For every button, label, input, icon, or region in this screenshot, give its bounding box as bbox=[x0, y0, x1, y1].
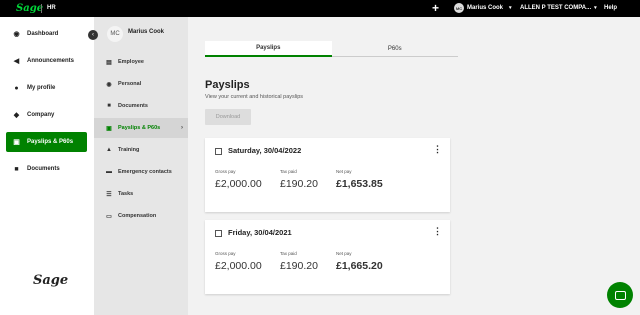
download-button[interactable]: Download bbox=[205, 109, 251, 125]
subnav-item-tasks[interactable]: ☰ Tasks bbox=[94, 184, 188, 204]
gross-pay-value: £2,000.00 bbox=[215, 178, 262, 190]
subnav-item-label: Emergency contacts bbox=[118, 169, 172, 175]
net-pay-label: Net pay bbox=[336, 169, 352, 174]
chevron-right-icon: › bbox=[181, 125, 183, 131]
folder-icon: ■ bbox=[107, 103, 111, 109]
page-subtitle: View your current and historical payslip… bbox=[205, 94, 304, 100]
sidebar-item-label: My profile bbox=[27, 85, 56, 91]
tax-paid-value: £190.20 bbox=[280, 178, 318, 190]
employee-avatar: MC bbox=[107, 26, 123, 42]
sidebar-item-announcements[interactable]: ◀ Announcements bbox=[6, 51, 87, 71]
sidebar-item-label: Documents bbox=[27, 166, 60, 172]
sidebar-item-label: Company bbox=[27, 112, 55, 118]
gross-pay-value: £2,000.00 bbox=[215, 260, 262, 272]
sidebar: ◉ Dashboard ◀ Announcements ● My profile… bbox=[0, 17, 94, 315]
sidebar-item-company[interactable]: ◆ Company bbox=[6, 105, 87, 125]
chat-button[interactable] bbox=[607, 282, 633, 308]
sage-logo[interactable]: Sage bbox=[16, 3, 43, 14]
sidebar-item-dashboard[interactable]: ◉ Dashboard bbox=[6, 24, 87, 44]
divider bbox=[41, 4, 42, 13]
avatar: MC bbox=[454, 3, 464, 13]
user-menu[interactable]: MC Marius Cook ▾ bbox=[454, 3, 512, 13]
net-pay-label: Net pay bbox=[336, 251, 352, 256]
subnav-item-label: Tasks bbox=[118, 191, 134, 197]
subnav-item-documents[interactable]: ■ Documents bbox=[94, 96, 188, 116]
tab-p60s[interactable]: P60s bbox=[331, 41, 458, 57]
collapse-sidebar-button[interactable]: ‹ bbox=[88, 30, 98, 40]
more-options-icon[interactable]: ⋮ bbox=[433, 145, 442, 154]
select-checkbox[interactable] bbox=[215, 148, 222, 155]
sidebar-item-label: Payslips & P60s bbox=[27, 139, 74, 145]
subnav-item-training[interactable]: ▲ Training bbox=[94, 140, 188, 160]
user-icon: ● bbox=[14, 84, 19, 92]
more-options-icon[interactable]: ⋮ bbox=[433, 227, 442, 236]
subnav-item-compensation[interactable]: ▭ Compensation bbox=[94, 206, 188, 226]
select-checkbox[interactable] bbox=[215, 230, 222, 237]
gross-pay-label: Gross pay bbox=[215, 169, 236, 174]
sidebar-item-documents[interactable]: ■ Documents bbox=[6, 159, 87, 179]
subnav-item-personal[interactable]: ◉ Personal bbox=[94, 74, 188, 94]
subnav-item-payslips[interactable]: ▣ Payslips & P60s › bbox=[94, 118, 188, 138]
subnav-item-employee[interactable]: ▤ Employee bbox=[94, 52, 188, 72]
tab-bar: Payslips P60s bbox=[205, 41, 458, 57]
tax-paid-value: £190.20 bbox=[280, 260, 318, 272]
subnav-item-label: Payslips & P60s bbox=[118, 125, 161, 131]
megaphone-icon: ◀ bbox=[13, 58, 20, 65]
app-name: HR bbox=[47, 5, 56, 11]
briefcase-icon: ▤ bbox=[106, 59, 112, 66]
sidebar-item-label: Announcements bbox=[27, 58, 75, 64]
payslip-date[interactable]: Saturday, 30/04/2022 bbox=[228, 146, 301, 155]
money-icon: ▭ bbox=[106, 213, 112, 220]
subnav-item-emergency-contacts[interactable]: ▬ Emergency contacts bbox=[94, 162, 188, 182]
help-link[interactable]: Help bbox=[604, 5, 617, 11]
page-title: Payslips bbox=[205, 79, 250, 91]
list-icon: ☰ bbox=[106, 191, 112, 198]
subnav-item-label: Documents bbox=[118, 103, 148, 109]
subnav-item-label: Training bbox=[118, 147, 140, 153]
payslip-date[interactable]: Friday, 30/04/2021 bbox=[228, 228, 292, 237]
graduation-cap-icon: ▲ bbox=[106, 147, 112, 153]
tab-payslips[interactable]: Payslips bbox=[205, 41, 332, 57]
people-icon: ◆ bbox=[13, 112, 20, 119]
chat-icon bbox=[614, 290, 626, 300]
tax-paid-label: Tax paid bbox=[280, 169, 297, 174]
subnav-item-label: Compensation bbox=[118, 213, 157, 219]
gross-pay-label: Gross pay bbox=[215, 251, 236, 256]
employee-name: Marius Cook bbox=[128, 29, 165, 35]
payslip-card: Friday, 30/04/2021 ⋮ Gross pay Tax paid … bbox=[205, 220, 450, 294]
company-name: ALLEN P TEST COMPA... bbox=[520, 5, 592, 11]
top-bar: Sage HR + MC Marius Cook ▾ ALLEN P TEST … bbox=[0, 0, 640, 17]
user-name: Marius Cook bbox=[467, 5, 504, 11]
subnav-item-label: Personal bbox=[118, 81, 142, 87]
sidebar-item-label: Dashboard bbox=[27, 31, 59, 37]
car-icon: ▬ bbox=[106, 169, 112, 175]
chevron-down-icon: ▾ bbox=[594, 5, 597, 11]
sage-logo-footer: Sage bbox=[33, 273, 69, 288]
company-selector[interactable]: ALLEN P TEST COMPA... ▾ bbox=[520, 5, 597, 11]
chevron-down-icon: ▾ bbox=[509, 5, 512, 11]
tax-paid-label: Tax paid bbox=[280, 251, 297, 256]
folder-icon: ■ bbox=[14, 165, 19, 173]
add-icon[interactable]: + bbox=[432, 1, 439, 15]
payslip-card: Saturday, 30/04/2022 ⋮ Gross pay Tax pai… bbox=[205, 138, 450, 212]
net-pay-value: £1,665.20 bbox=[336, 260, 383, 272]
dashboard-icon: ◉ bbox=[13, 31, 20, 38]
sidebar-item-payslips[interactable]: ▣ Payslips & P60s bbox=[6, 132, 87, 152]
payslip-icon: ▣ bbox=[106, 125, 112, 132]
net-pay-value: £1,653.85 bbox=[336, 178, 383, 190]
eye-icon: ◉ bbox=[106, 81, 112, 88]
payslip-icon: ▣ bbox=[13, 139, 20, 146]
subnav-item-label: Employee bbox=[118, 59, 144, 65]
sidebar-item-my-profile[interactable]: ● My profile bbox=[6, 78, 87, 98]
